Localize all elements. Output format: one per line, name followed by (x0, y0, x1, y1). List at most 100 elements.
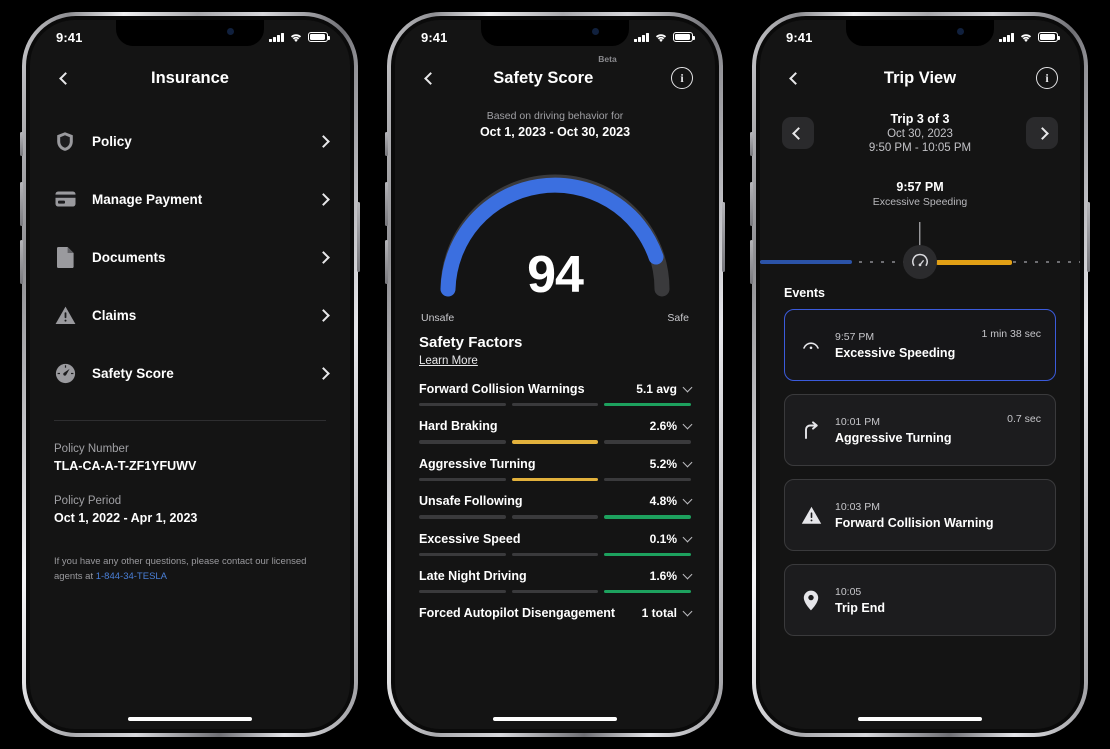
power-button[interactable] (1087, 202, 1090, 272)
factor-bar (419, 589, 692, 594)
factor-bar (419, 403, 692, 407)
factor-forward-collision-warnings[interactable]: Forward Collision Warnings 5.1 avg (419, 382, 693, 407)
factor-late-night-driving[interactable]: Late Night Driving 1.6% (419, 569, 693, 594)
speedometer-icon (912, 253, 928, 267)
cellular-bars-icon (269, 32, 284, 42)
volume-up-button[interactable] (20, 182, 23, 226)
chevron-down-icon[interactable] (682, 606, 693, 617)
chevron-down-icon[interactable] (682, 569, 693, 580)
status-indicators (269, 32, 331, 43)
factor-excessive-speed[interactable]: Excessive Speed 0.1% (419, 532, 693, 556)
phone-screen-safety-score: 9:41 Safety Score Beta i Based on drivin… (395, 20, 715, 729)
gauge-label-safe: Safe (667, 312, 689, 324)
trip-timeline: 9:57 PM Excessive Speeding (760, 180, 1080, 279)
chevron-right-icon (317, 134, 330, 148)
factor-value: 5.1 avg (636, 382, 677, 396)
nav-bar-insurance: Insurance (30, 50, 350, 106)
chevron-left-icon (791, 126, 805, 140)
status-bar: 9:41 (760, 20, 1080, 50)
back-button[interactable] (417, 65, 443, 91)
volume-up-button[interactable] (750, 182, 753, 226)
chevron-down-icon[interactable] (682, 419, 693, 430)
score-value: 94 (527, 246, 584, 304)
event-card-excessive-speeding[interactable]: 9:57 PM Excessive Speeding 1 min 38 sec (784, 309, 1056, 381)
timeline-scrubber-handle[interactable] (903, 245, 937, 279)
events-heading: Events (784, 286, 825, 300)
cellular-bars-icon (999, 32, 1014, 42)
back-button[interactable] (52, 65, 78, 91)
info-circle-icon[interactable]: i (1036, 67, 1058, 89)
event-card-trip-end[interactable]: 10:05 Trip End (784, 564, 1056, 636)
factor-label: Forced Autopilot Disengagement (419, 606, 616, 621)
warning-triangle-icon (799, 506, 823, 525)
power-button[interactable] (357, 202, 360, 272)
volume-up-button[interactable] (385, 182, 388, 226)
menu-item-label: Manage Payment (92, 191, 203, 207)
mute-switch[interactable] (385, 132, 388, 156)
info-circle-icon[interactable]: i (671, 67, 693, 89)
trip-date: Oct 30, 2023 (887, 128, 953, 140)
phone-trip-view: 9:41 Trip View i Trip 3 of 3 Oct 30, 202… (750, 12, 1090, 737)
factor-label: Forward Collision Warnings (419, 382, 585, 396)
home-indicator[interactable] (858, 716, 982, 721)
factor-forced-autopilot-disengagement[interactable]: Forced Autopilot Disengagement 1 total (419, 606, 693, 621)
event-card-aggressive-turning[interactable]: 10:01 PM Aggressive Turning 0.7 sec (784, 394, 1056, 466)
safety-score-gauge: 94 Unsafe Safe (395, 157, 715, 324)
learn-more-link[interactable]: Learn More (419, 355, 478, 367)
chevron-down-icon[interactable] (682, 382, 693, 393)
chevron-right-icon (317, 366, 330, 380)
factor-hard-braking[interactable]: Hard Braking 2.6% (419, 419, 693, 444)
cellular-bars-icon (634, 32, 649, 42)
status-bar: 9:41 (30, 20, 350, 50)
score-period: Based on driving behavior for Oct 1, 202… (395, 110, 715, 139)
factor-label: Hard Braking (419, 419, 498, 434)
factor-aggressive-turning[interactable]: Aggressive Turning 5.2% (419, 456, 693, 482)
chevron-down-icon[interactable] (682, 457, 693, 468)
menu-item-manage-payment[interactable]: Manage Payment (30, 170, 350, 228)
factor-bar (419, 552, 692, 556)
mute-switch[interactable] (20, 132, 23, 156)
back-button[interactable] (782, 65, 808, 91)
factor-value: 4.8% (649, 494, 677, 509)
home-indicator[interactable] (493, 716, 617, 721)
volume-down-button[interactable] (750, 240, 753, 284)
gauge-label-unsafe: Unsafe (421, 312, 455, 324)
chevron-right-icon (1035, 126, 1049, 140)
chevron-down-icon[interactable] (682, 532, 693, 543)
menu-item-documents[interactable]: Documents (30, 228, 350, 286)
menu-item-label: Documents (92, 249, 166, 265)
chevron-left-icon (423, 71, 437, 85)
shield-icon (54, 130, 76, 152)
menu-item-policy[interactable]: Policy (30, 112, 350, 170)
timeline-track[interactable] (760, 245, 1080, 279)
legal-sentence: If you have any other questions, please … (54, 556, 307, 582)
chevron-left-icon (788, 71, 802, 85)
mute-switch[interactable] (750, 132, 753, 156)
chevron-down-icon[interactable] (682, 494, 693, 505)
event-duration: 0.7 sec (1007, 413, 1041, 425)
insurance-menu: Policy Manage Payment Documents Claims S… (30, 106, 350, 402)
volume-down-button[interactable] (20, 240, 23, 284)
next-trip-button[interactable] (1026, 117, 1058, 149)
factor-value: 5.2% (649, 456, 677, 471)
legal-text: If you have any other questions, please … (30, 525, 350, 584)
nav-bar-trip-view: Trip View i (760, 50, 1080, 106)
power-button[interactable] (722, 202, 725, 272)
events-list: 9:57 PM Excessive Speeding 1 min 38 sec … (760, 309, 1080, 636)
menu-item-claims[interactable]: Claims (30, 286, 350, 344)
previous-trip-button[interactable] (782, 117, 814, 149)
policy-period-label: Policy Period (54, 495, 122, 507)
home-indicator[interactable] (128, 716, 252, 721)
policy-info: Policy Number TLA-CA-A-T-ZF1YFUWV Policy… (30, 421, 350, 525)
credit-card-icon (54, 188, 76, 210)
support-phone-link[interactable]: 1-844-34-TESLA (96, 571, 167, 582)
menu-item-safety-score[interactable]: Safety Score (30, 344, 350, 402)
factor-value: 2.6% (649, 419, 677, 434)
factor-bar (419, 477, 692, 482)
battery-icon (673, 32, 696, 42)
status-indicators (634, 32, 696, 43)
factor-unsafe-following[interactable]: Unsafe Following 4.8% (419, 494, 693, 519)
event-card-forward-collision-warning[interactable]: 10:03 PM Forward Collision Warning (784, 479, 1056, 551)
speedometer-icon (799, 335, 823, 355)
volume-down-button[interactable] (385, 240, 388, 284)
